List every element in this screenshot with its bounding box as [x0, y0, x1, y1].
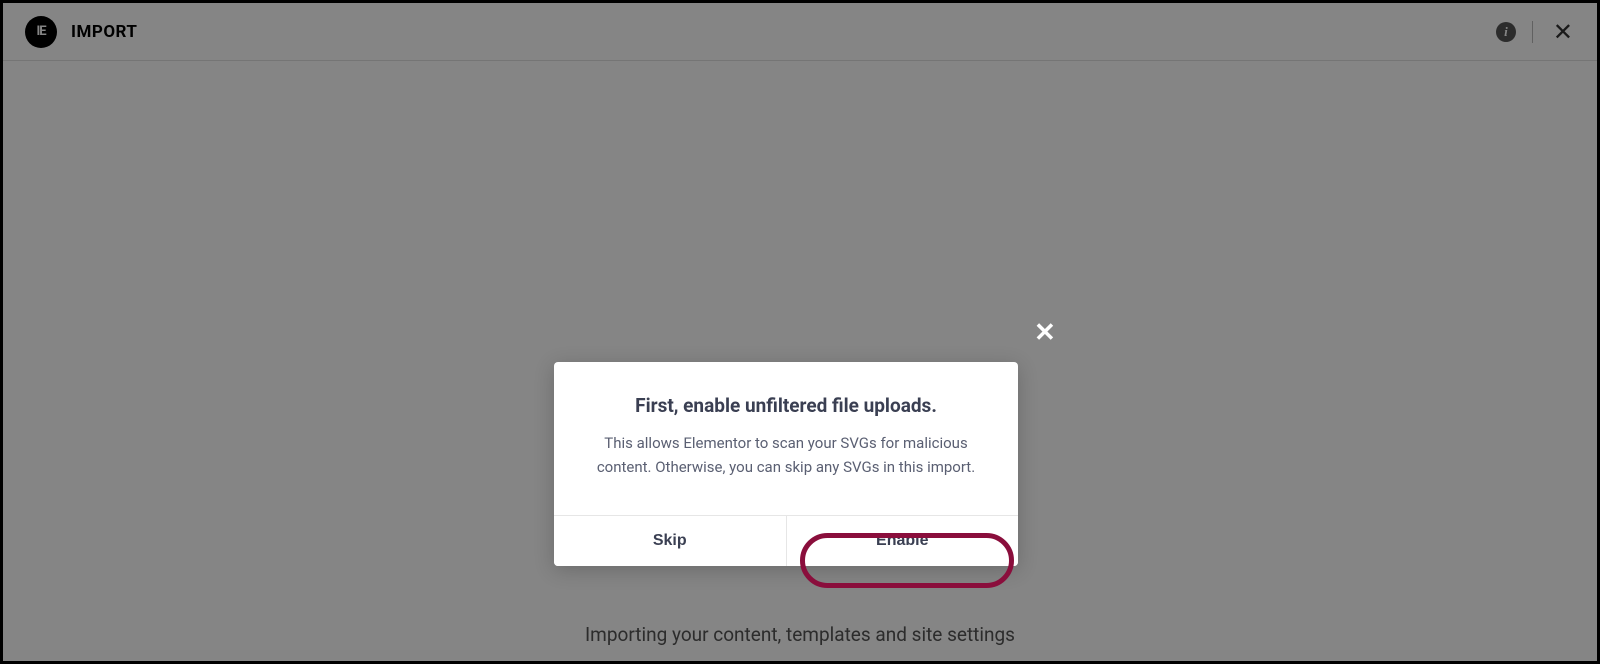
- modal-body: First, enable unfiltered file uploads. T…: [554, 362, 1018, 515]
- skip-button[interactable]: Skip: [554, 516, 787, 566]
- modal-actions: Skip Enable: [554, 515, 1018, 566]
- enable-uploads-modal: First, enable unfiltered file uploads. T…: [554, 362, 1018, 566]
- modal-close-icon[interactable]: ✕: [1034, 320, 1056, 346]
- modal-title: First, enable unfiltered file uploads.: [582, 394, 990, 417]
- modal-description: This allows Elementor to scan your SVGs …: [582, 431, 990, 479]
- enable-button-label: Enable: [876, 532, 928, 549]
- enable-button[interactable]: Enable: [787, 516, 1019, 566]
- skip-button-label: Skip: [653, 532, 687, 549]
